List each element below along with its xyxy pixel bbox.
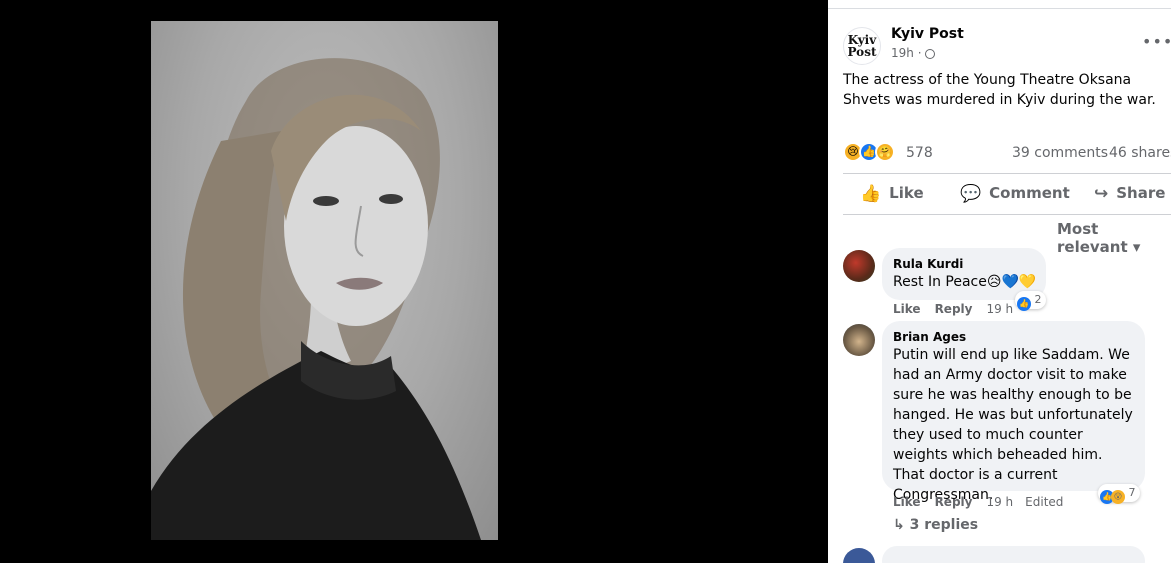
share-label: Share <box>1116 184 1166 202</box>
comment-reply-button[interactable]: Reply <box>935 302 973 316</box>
comment-bubble <box>882 546 1145 563</box>
portrait-illustration <box>151 58 481 540</box>
share-button[interactable]: ↪ Share <box>1094 184 1165 204</box>
comment-text: Rest In Peace😥💙💛 <box>893 274 1037 290</box>
portrait-photo <box>151 21 498 540</box>
comment-author[interactable]: Rula Kurdi <box>893 257 963 271</box>
comments-count[interactable]: 39 comments <box>1012 145 1108 161</box>
page-name-link[interactable]: Kyiv Post <box>891 26 964 42</box>
care-icon: 🤗 <box>875 142 895 162</box>
comment-actions: Like Reply 19 h Edited <box>893 495 1075 509</box>
reaction-count[interactable]: 578 <box>906 145 933 161</box>
globe-icon <box>924 49 935 59</box>
replies-label: 3 replies <box>909 517 979 533</box>
comment-reaction-count: 7 <box>1128 486 1136 499</box>
comment-label: Comment <box>989 184 1070 202</box>
divider <box>843 214 1171 215</box>
logo-text-line2: Post <box>847 45 877 59</box>
comment-like-button[interactable]: Like <box>893 302 921 316</box>
comment-reaction-count: 2 <box>1034 293 1042 306</box>
wow-icon: 😮 <box>1111 490 1125 504</box>
post-meta: 19h · <box>891 46 935 60</box>
avatar[interactable] <box>843 324 875 356</box>
comment-icon: 💬 <box>960 184 982 204</box>
comment-time[interactable]: 19 h <box>986 495 1013 509</box>
divider <box>843 173 1171 174</box>
comment-text: Putin will end up like Saddam. We had an… <box>893 347 1133 503</box>
comment-like-button[interactable]: Like <box>893 495 921 509</box>
post-text: The actress of the Young Theatre Oksana … <box>843 72 1156 108</box>
post-side-panel: Kyiv Post Kyiv Post 19h · ••• The actres… <box>828 0 1171 563</box>
avatar[interactable] <box>843 250 875 282</box>
like-label: Like <box>889 184 924 202</box>
comment-author[interactable]: Brian Ages <box>893 330 966 344</box>
comment-reply-button[interactable]: Reply <box>935 495 973 509</box>
post-time[interactable]: 19h · <box>891 46 922 60</box>
view-replies-link[interactable]: ↳ 3 replies <box>893 517 978 533</box>
thumbs-up-icon: 👍 <box>860 184 882 204</box>
page-avatar-logo[interactable]: Kyiv Post <box>843 27 881 65</box>
comment-actions: Like Reply 19 h <box>893 302 1025 316</box>
divider <box>828 8 1171 9</box>
comment-time[interactable]: 19 h <box>986 302 1013 316</box>
edited-label: Edited <box>1025 495 1064 509</box>
comment-reactions[interactable]: 👍 😮 7 <box>1098 484 1140 504</box>
comment-button[interactable]: 💬 Comment <box>960 184 1070 204</box>
like-button[interactable]: 👍 Like <box>860 184 924 204</box>
share-icon: ↪ <box>1094 184 1109 204</box>
reply-arrow-icon: ↳ <box>893 517 910 533</box>
photo-viewer <box>0 0 828 563</box>
more-options-icon[interactable]: ••• <box>1142 32 1171 51</box>
shares-count[interactable]: 46 shares <box>1109 145 1171 161</box>
avatar[interactable] <box>843 548 875 563</box>
sort-dropdown[interactable]: Most relevant ▾ <box>1057 220 1171 256</box>
